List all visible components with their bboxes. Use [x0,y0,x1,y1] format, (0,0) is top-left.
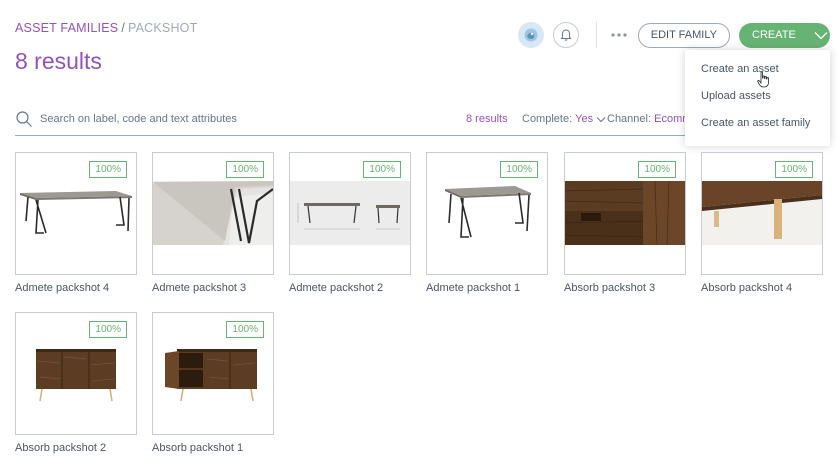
search-bar: 8 results Complete: Yes Channel: Ecomme [15,103,698,136]
avatar-icon [524,28,538,42]
completeness-badge: 100% [638,161,676,178]
asset-card[interactable]: 100% Absorb packshot 3 [564,152,686,294]
completeness-badge: 100% [89,321,127,338]
header-actions: Edit family Create [517,22,830,48]
wood-drawer-image [565,181,685,245]
asset-card[interactable]: 100% Admete packshot 1 [426,152,548,294]
asset-label: Admete packshot 3 [152,282,247,294]
completeness-badge: 100% [226,161,264,178]
hand-cursor-icon [757,71,769,88]
asset-label: Absorb packshot 2 [15,442,107,454]
asset-card[interactable]: 100% Absorb packshot 2 [15,312,137,454]
complete-filter[interactable]: Complete: Yes [522,113,606,125]
completeness-badge: 100% [89,161,127,178]
completeness-badge: 100% [226,321,264,338]
user-avatar[interactable] [517,22,544,48]
table-image [20,191,132,234]
sideboard-image [36,349,116,402]
asset-thumbnail[interactable]: 100% [152,312,274,435]
bell-icon [560,29,572,41]
asset-thumbnail[interactable]: 100% [564,152,686,275]
completeness-badge: 100% [500,161,538,178]
asset-thumbnail[interactable]: 100% [152,152,274,275]
asset-thumbnail[interactable]: 100% [289,152,411,275]
complete-filter-value: Yes [575,113,594,125]
notifications-button[interactable] [552,22,579,48]
sideboard-open-image [165,349,257,402]
asset-label: Admete packshot 4 [15,282,110,294]
asset-card[interactable]: 100% Admete packshot 3 [152,152,274,294]
create-button-label: Create [752,29,796,41]
page-title: 8 results [15,48,102,74]
asset-label: Absorb packshot 4 [701,282,793,294]
completeness-badge: 100% [363,161,401,178]
create-button[interactable]: Create [739,22,830,48]
breadcrumb-packshot: Packshot [128,21,198,35]
asset-card[interactable]: 100% Absorb packshot 1 [152,312,274,454]
table-image [445,186,531,238]
more-options-button[interactable] [610,27,628,44]
asset-card[interactable]: 100% Admete packshot 2 [289,152,411,294]
asset-label: Absorb packshot 3 [564,282,656,294]
asset-label: Admete packshot 1 [426,282,521,294]
asset-label: Absorb packshot 1 [152,442,244,454]
table-dimensions-image [290,181,410,245]
breadcrumb-asset-families[interactable]: Asset families [15,21,118,35]
asset-thumbnail[interactable]: 100% [15,152,137,275]
breadcrumb: Asset families / Packshot [15,21,197,35]
asset-card[interactable]: 100% Admete packshot 4 [15,152,137,294]
search-result-count: 8 results [466,113,508,125]
search-icon [16,111,32,127]
complete-filter-label: Complete: [522,113,573,125]
more-icon [611,32,627,37]
channel-filter-label: Channel: [607,113,652,125]
header-divider [595,22,597,48]
completeness-badge: 100% [775,161,813,178]
channel-filter[interactable]: Channel: Ecomme [607,113,698,125]
table-closeup-image [153,181,273,245]
create-menu: Create an asset Upload assets Create an … [685,50,830,146]
wood-leg-image [702,181,822,245]
asset-thumbnail[interactable]: 100% [426,152,548,275]
breadcrumb-separator: / [121,21,125,35]
asset-thumbnail[interactable]: 100% [701,152,823,275]
asset-thumbnail[interactable]: 100% [15,312,137,435]
asset-label: Admete packshot 2 [289,282,384,294]
search-input[interactable] [40,113,420,125]
menu-item-create-asset-family[interactable]: Create an asset family [685,110,830,137]
chevron-down-icon[interactable] [814,31,828,40]
chevron-down-icon [596,116,606,122]
asset-card[interactable]: 100% Absorb packshot 4 [701,152,823,294]
edit-family-button[interactable]: Edit family [637,22,730,48]
